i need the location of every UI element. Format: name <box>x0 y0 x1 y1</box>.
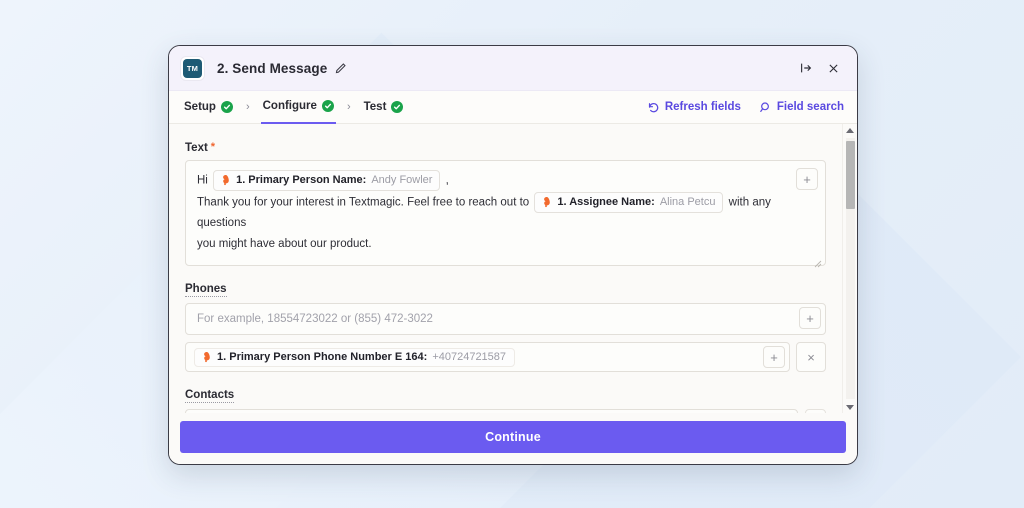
phones-token-row: 1. Primary Person Phone Number E 164: +4… <box>185 342 826 373</box>
pipedrive-icon <box>204 351 210 362</box>
phones-token-box[interactable]: 1. Primary Person Phone Number E 164: +4… <box>185 342 790 373</box>
composer-line1-prefix: Hi <box>197 174 208 187</box>
page-root: TM 2. Send Message Setup › Configure › T… <box>0 0 1024 508</box>
token-primary-person-phone[interactable]: 1. Primary Person Phone Number E 164: +4… <box>194 347 516 367</box>
continue-button[interactable]: Continue <box>180 421 846 453</box>
tab-separator-1: › <box>245 101 250 113</box>
field-search-label: Field search <box>776 101 844 113</box>
pipedrive-icon <box>544 196 551 207</box>
field-contacts-label: Contacts <box>185 389 235 404</box>
caret-down-icon[interactable] <box>844 400 857 413</box>
modal-titlebar: TM 2. Send Message <box>169 46 857 91</box>
token-value: +40724721587 <box>432 350 507 363</box>
tab-configure-check-icon <box>321 100 334 112</box>
text-add-field-button[interactable]: + <box>796 168 818 190</box>
field-contacts: Contacts Choose value... <box>185 385 826 413</box>
phones-placeholder: For example, 18554723022 or (855) 472-30… <box>197 313 433 326</box>
pipedrive-icon <box>223 174 229 186</box>
phones-input[interactable]: For example, 18554723022 or (855) 472-30… <box>185 303 826 336</box>
tab-separator-2: › <box>346 101 351 113</box>
token-value: Alina Petcu <box>659 195 716 208</box>
composer-line-1: Hi 1. Primary Person Name: Andy Fowler , <box>197 170 791 192</box>
field-text-label: Text <box>185 142 208 154</box>
form-scroll-area: Text * + Hi 1. Primary Person Name: Andy… <box>169 124 842 413</box>
tab-configure[interactable]: Configure <box>260 91 336 124</box>
tab-setup[interactable]: Setup <box>182 91 235 124</box>
composer-line2-prefix: Thank you for your interest in Textmagic… <box>197 196 530 209</box>
send-message-modal: TM 2. Send Message Setup › Configure › T… <box>168 45 858 465</box>
app-logo: TM <box>181 56 204 80</box>
modal-body: Text * + Hi 1. Primary Person Name: Andy… <box>169 124 857 413</box>
tab-test[interactable]: Test <box>362 91 406 124</box>
field-text: Text * + Hi 1. Primary Person Name: Andy… <box>185 138 826 268</box>
field-search-button[interactable]: Field search <box>759 101 844 114</box>
tab-setup-check-icon <box>220 101 233 113</box>
token-value: Andy Fowler <box>371 174 433 186</box>
token-key: 1. Primary Person Name: <box>236 174 367 186</box>
phones-row-add-button[interactable]: + <box>763 346 785 369</box>
field-phones-label: Phones <box>185 283 227 298</box>
refresh-fields-label: Refresh fields <box>664 101 741 113</box>
token-key: 1. Assignee Name: <box>557 195 655 208</box>
tab-configure-label: Configure <box>262 100 317 112</box>
tab-test-check-icon <box>391 101 404 113</box>
field-text-label-wrap: Text * <box>185 141 216 155</box>
refresh-icon <box>647 101 660 114</box>
caret-up-icon[interactable] <box>844 124 857 137</box>
text-composer[interactable]: + Hi 1. Primary Person Name: Andy Fowler… <box>185 160 826 268</box>
phones-row-remove-button[interactable]: × <box>796 342 826 373</box>
text-composer-content[interactable]: Hi 1. Primary Person Name: Andy Fowler ,… <box>186 161 825 265</box>
composer-line-3: you might have about our product. <box>197 238 372 251</box>
page-title: 2. Send Message <box>217 60 328 76</box>
resize-grip-icon[interactable] <box>814 255 822 268</box>
composer-line-2: Thank you for your interest in Textmagic… <box>197 191 791 235</box>
search-icon <box>759 101 772 114</box>
close-icon[interactable] <box>822 57 844 79</box>
pencil-icon[interactable] <box>334 62 347 75</box>
vertical-scrollbar[interactable] <box>842 124 857 413</box>
app-logo-label: TM <box>183 58 202 78</box>
token-key: 1. Primary Person Phone Number E 164: <box>217 350 428 363</box>
token-assignee-name[interactable]: 1. Assignee Name: Alina Petcu <box>534 191 724 213</box>
expand-right-icon[interactable] <box>795 57 817 79</box>
tab-test-label: Test <box>363 101 387 113</box>
field-phones: Phones For example, 18554723022 or (855)… <box>185 279 826 373</box>
phones-input-row[interactable]: For example, 18554723022 or (855) 472-30… <box>186 304 825 334</box>
token-primary-person-name[interactable]: 1. Primary Person Name: Andy Fowler <box>213 170 441 191</box>
composer-line1-suffix: , <box>445 174 449 187</box>
refresh-fields-button[interactable]: Refresh fields <box>647 101 741 114</box>
scrollbar-thumb[interactable] <box>845 141 855 209</box>
phones-add-field-button[interactable]: + <box>799 307 821 330</box>
modal-footer: Continue <box>169 413 857 464</box>
tab-setup-label: Setup <box>184 101 216 113</box>
step-tabs-bar: Setup › Configure › Test Refresh fields … <box>169 91 857 124</box>
required-asterisk: * <box>210 141 216 153</box>
scrollbar-track[interactable] <box>845 138 855 399</box>
